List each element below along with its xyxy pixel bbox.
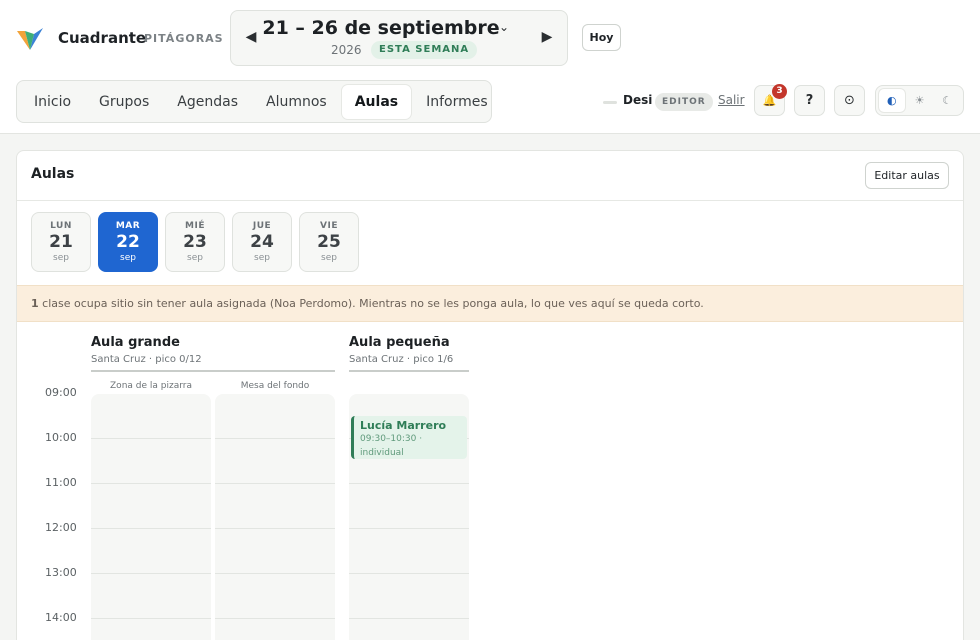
week-selector[interactable]: ◀ 21 – 26 de septiembre ⌄ 2026 ESTA SEMA… <box>230 10 568 66</box>
day-card-mon[interactable]: LUN 21 sep <box>31 212 91 272</box>
tab-aulas[interactable]: Aulas <box>341 85 412 119</box>
main-nav: Inicio Grupos Agendas Alumnos Aulas Info… <box>16 80 492 123</box>
help-button[interactable]: ? <box>794 85 825 116</box>
theme-dark-icon[interactable]: ☾ <box>934 89 960 112</box>
next-week-button[interactable]: ▶ <box>535 25 559 49</box>
logout-link[interactable]: Salir <box>718 93 745 107</box>
user-name: Desi <box>623 93 653 107</box>
theme-auto-icon[interactable]: ◐ <box>879 89 905 112</box>
day-card-fri[interactable]: VIE 25 sep <box>299 212 359 272</box>
zone-label: Zona de la pizarra <box>110 381 192 391</box>
notification-count-badge: 3 <box>772 84 787 99</box>
time-label: 12:00 <box>45 521 77 534</box>
top-bar: Cuadrante PITÁGORAS ◀ 21 – 26 de septiem… <box>0 0 980 134</box>
theme-light-icon[interactable]: ☀ <box>907 89 933 112</box>
role-badge: EDITOR <box>655 93 713 111</box>
tab-inicio[interactable]: Inicio <box>21 85 84 119</box>
sync-icon: ⊙ <box>844 93 855 108</box>
tab-agendas[interactable]: Agendas <box>164 85 251 119</box>
today-button[interactable]: Hoy <box>582 24 621 51</box>
day-card-thu[interactable]: JUE 24 sep <box>232 212 292 272</box>
user-color-indicator <box>603 101 617 104</box>
theme-switcher: ◐ ☀ ☾ <box>875 85 964 116</box>
zone-label: Mesa del fondo <box>240 381 310 391</box>
schedule-column[interactable] <box>215 394 335 640</box>
tab-alumnos[interactable]: Alumnos <box>253 85 340 119</box>
sync-button[interactable]: ⊙ <box>834 85 865 116</box>
panel-title: Aulas <box>31 166 75 182</box>
room-divider <box>349 370 469 372</box>
event-type: individual <box>360 448 404 458</box>
time-label: 10:00 <box>45 431 77 444</box>
unassigned-warning: 1 clase ocupa sitio sin tener aula asign… <box>17 285 963 322</box>
day-card-wed[interactable]: MIÉ 23 sep <box>165 212 225 272</box>
room-name: Aula grande <box>91 335 180 350</box>
tab-grupos[interactable]: Grupos <box>86 85 162 119</box>
app-logo-icon <box>17 28 43 50</box>
schedule-column[interactable] <box>91 394 211 640</box>
time-label: 13:00 <box>45 566 77 579</box>
warning-text: clase ocupa sitio sin tener aula asignad… <box>38 297 704 310</box>
week-title[interactable]: 21 – 26 de septiembre <box>231 17 531 39</box>
time-label: 11:00 <box>45 476 77 489</box>
edit-rooms-button[interactable]: Editar aulas <box>865 162 949 189</box>
time-label: 09:00 <box>45 386 77 399</box>
rooms-panel: Aulas Editar aulas LUN 21 sep MAR 22 sep… <box>16 150 964 640</box>
room-divider <box>91 370 335 372</box>
room-subtitle: Santa Cruz · pico 0/12 <box>91 354 202 365</box>
org-name: PITÁGORAS <box>144 32 224 45</box>
tab-informes[interactable]: Informes <box>413 85 501 119</box>
room-name: Aula pequeña <box>349 335 450 350</box>
event-time: 09:30–10:30 · <box>360 434 423 444</box>
room-subtitle: Santa Cruz · pico 1/6 <box>349 354 454 365</box>
time-label: 14:00 <box>45 611 77 624</box>
current-week-badge: ESTA SEMANA <box>371 41 478 59</box>
class-event[interactable]: Lucía Marrero 09:30–10:30 · individual <box>351 416 467 459</box>
panel-header: Aulas Editar aulas <box>17 151 963 201</box>
day-card-tue[interactable]: MAR 22 sep <box>98 212 158 272</box>
app-name: Cuadrante <box>58 29 147 47</box>
warning-count: 1 <box>31 297 39 310</box>
help-icon: ? <box>805 93 814 108</box>
chevron-down-icon[interactable]: ⌄ <box>499 20 509 34</box>
week-year: 2026 <box>331 43 362 57</box>
event-student-name: Lucía Marrero <box>360 419 447 432</box>
